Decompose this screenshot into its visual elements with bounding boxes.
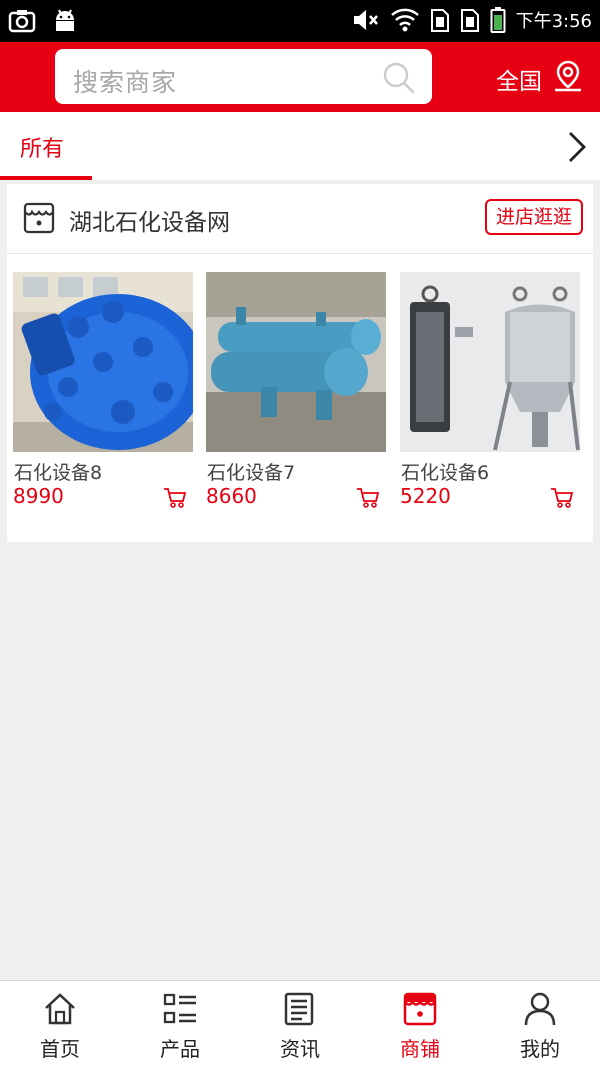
product-name: 石化设备7	[207, 462, 296, 484]
product-price: 8660	[206, 484, 257, 508]
product-image-reactor	[13, 272, 206, 452]
battery-icon	[490, 6, 506, 34]
region-label: 全国	[496, 69, 542, 95]
enter-shop-button[interactable]: 进店逛逛	[485, 199, 583, 235]
product-name: 石化设备8	[14, 462, 103, 484]
location-pin-icon	[552, 59, 584, 99]
product-price: 5220	[400, 484, 451, 508]
chevron-right-icon[interactable]	[566, 130, 588, 168]
sim2-icon	[460, 7, 480, 33]
user-icon	[522, 991, 558, 1031]
nav-label: 首页	[40, 1037, 80, 1061]
nav-label: 产品	[160, 1037, 200, 1061]
android-icon	[52, 8, 78, 34]
nav-item-mine[interactable]: 我的	[480, 981, 600, 1067]
shop-icon	[22, 201, 56, 239]
list-icon	[162, 991, 198, 1031]
status-time: 下午3:56	[515, 11, 592, 32]
product-name: 石化设备6	[401, 462, 490, 484]
cart-icon[interactable]	[356, 487, 380, 513]
shop-header: 湖北石化设备网 进店逛逛	[7, 184, 593, 254]
region-selector[interactable]: 全国	[496, 59, 584, 99]
wifi-icon	[390, 7, 420, 33]
product-image-heat-exchanger	[206, 272, 386, 452]
bottom-nav: 首页 产品 资讯 商铺 我的	[0, 980, 600, 1067]
news-icon	[282, 991, 318, 1031]
nav-label: 资讯	[280, 1037, 320, 1061]
search-placeholder: 搜索商家	[73, 68, 178, 97]
search-input[interactable]: 搜索商家	[55, 49, 432, 104]
shop-card: 湖北石化设备网 进店逛逛 石化设备8 8990 石化设备7 8660 石化设备6…	[7, 184, 593, 542]
product-card[interactable]: 石化设备6 5220	[400, 272, 580, 508]
tab-all[interactable]: 所有	[0, 112, 92, 180]
camera-icon	[8, 8, 36, 34]
status-bar: 下午3:56	[0, 0, 600, 42]
nav-item-products[interactable]: 产品	[120, 981, 240, 1067]
shop-name: 湖北石化设备网	[69, 210, 230, 236]
sim1-icon	[430, 7, 450, 33]
cart-icon[interactable]	[163, 487, 187, 513]
search-icon[interactable]	[382, 61, 416, 99]
nav-label: 商铺	[400, 1037, 440, 1061]
tab-underline	[0, 176, 92, 180]
product-card[interactable]: 石化设备8 8990	[13, 272, 206, 508]
nav-label: 我的	[520, 1037, 560, 1061]
tab-all-label: 所有	[20, 137, 65, 162]
product-price: 8990	[13, 484, 64, 508]
cart-icon[interactable]	[550, 487, 574, 513]
nav-item-stores[interactable]: 商铺	[360, 981, 480, 1067]
store-icon	[402, 991, 438, 1031]
product-image-filter	[400, 272, 580, 452]
nav-item-news[interactable]: 资讯	[240, 981, 360, 1067]
nav-item-home[interactable]: 首页	[0, 981, 120, 1067]
top-header: 搜索商家 全国	[0, 42, 600, 112]
mute-icon	[352, 7, 380, 33]
home-icon	[42, 991, 78, 1031]
product-card[interactable]: 石化设备7 8660	[206, 272, 386, 508]
category-tabs: 所有	[0, 112, 600, 180]
